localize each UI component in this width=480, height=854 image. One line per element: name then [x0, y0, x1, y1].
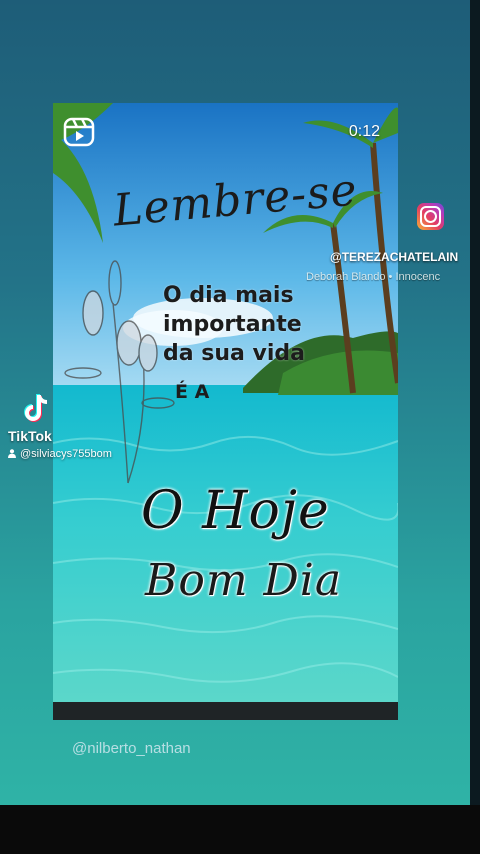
message-line: da sua vida [163, 341, 305, 366]
greeting-text: Bom Dia [145, 555, 343, 606]
message-end: É A [175, 381, 210, 403]
video-frame[interactable]: 0:12 Lembre-se O dia mais importante da … [0, 0, 470, 805]
instagram-audio-label: Deborah Blando • Innocenc [306, 271, 441, 283]
message-text: O dia mais importante da sua vida [163, 281, 305, 368]
reels-icon [63, 117, 95, 147]
instagram-icon[interactable] [417, 203, 444, 230]
tiktok-username-text: @silviacys755bom [20, 448, 112, 460]
tiktok-watermark-label: TikTok [8, 428, 52, 444]
message-line: importante [163, 312, 302, 337]
creator-username[interactable]: @nilberto_nathan [72, 740, 191, 757]
message-line: O dia mais [163, 283, 294, 308]
screen-edge [470, 0, 480, 805]
bottom-bar [0, 805, 480, 854]
post-image: 0:12 Lembre-se O dia mais importante da … [53, 103, 398, 720]
script-main-text: O Hoje [141, 481, 330, 541]
tiktok-logo-icon [24, 394, 48, 422]
person-icon [8, 449, 16, 458]
video-timer: 0:12 [348, 123, 380, 140]
video-progress-bar [53, 702, 398, 720]
tiktok-username[interactable]: @silviacys755bom [8, 448, 112, 460]
instagram-username[interactable]: @TEREZACHATELAIN [330, 250, 458, 264]
